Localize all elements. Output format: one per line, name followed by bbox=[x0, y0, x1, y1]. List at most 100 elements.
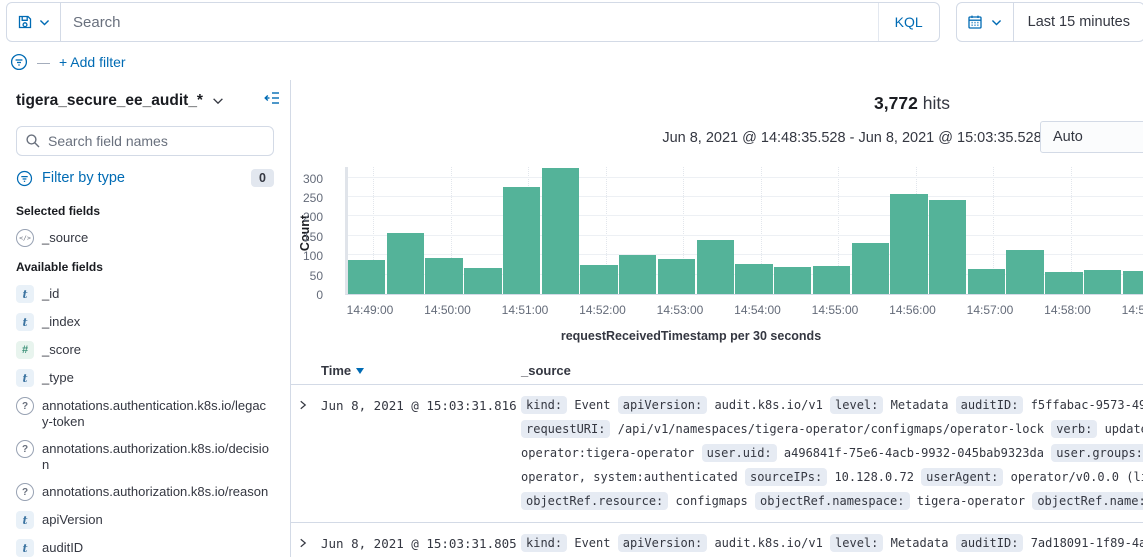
source-line: operator, system:authenticated sourceIPs… bbox=[521, 467, 1143, 491]
histogram-bar[interactable] bbox=[697, 240, 734, 294]
y-axis-ticks: 050100150200250300 bbox=[291, 167, 329, 295]
table-rows: Jun 8, 2021 @ 15:03:31.816kind: Event ap… bbox=[291, 385, 1143, 557]
y-tick-label: 300 bbox=[303, 172, 323, 186]
field-badge: user.uid: bbox=[702, 444, 777, 462]
histogram-bar[interactable] bbox=[658, 259, 695, 294]
add-filter-button[interactable]: + Add filter bbox=[59, 54, 126, 70]
histogram-bar[interactable] bbox=[464, 268, 501, 294]
histogram-bar[interactable] bbox=[425, 258, 462, 294]
field-badge: apiVersion: bbox=[618, 534, 707, 552]
field-name: _source bbox=[42, 229, 88, 246]
field-badge: kind: bbox=[521, 534, 567, 552]
interval-select[interactable]: Auto bbox=[1040, 121, 1143, 153]
filter-options-icon[interactable] bbox=[10, 53, 28, 71]
histogram-bar[interactable] bbox=[968, 269, 1005, 294]
field-name: annotations.authorization.k8s.io/reason bbox=[42, 483, 268, 500]
histogram-plot[interactable] bbox=[345, 167, 1143, 295]
histogram-bar[interactable] bbox=[735, 264, 772, 294]
filter-bar: — + Add filter bbox=[0, 44, 1143, 80]
calendar-icon bbox=[967, 14, 983, 30]
x-tick-label: 14:50:00 bbox=[424, 303, 471, 317]
discover-main: 3,772 hits Jun 8, 2021 @ 14:48:35.528 - … bbox=[291, 80, 1143, 557]
field-name: _score bbox=[42, 341, 81, 358]
hits-number: 3,772 bbox=[874, 93, 918, 113]
field-badge: kind: bbox=[521, 396, 567, 414]
source-line: objectRef.resource: configmaps objectRef… bbox=[521, 491, 1143, 515]
kql-language-button[interactable]: KQL bbox=[878, 3, 939, 41]
histogram-bar[interactable] bbox=[929, 200, 966, 294]
x-tick-label: 14:52:00 bbox=[579, 303, 626, 317]
histogram-bar[interactable] bbox=[542, 168, 579, 294]
field-name: annotations.authentication.k8s.io/legacy… bbox=[42, 397, 272, 430]
source-column-header: _source bbox=[521, 363, 571, 378]
histogram-bar[interactable] bbox=[580, 265, 617, 294]
histogram-bars bbox=[348, 167, 1143, 294]
time-column-header[interactable]: Time bbox=[321, 363, 364, 378]
index-pattern-switcher[interactable]: tigera_secure_ee_audit_* bbox=[16, 92, 274, 110]
field-type-string-icon: t bbox=[16, 369, 34, 387]
field-item[interactable]: ?annotations.authorization.k8s.io/decisi… bbox=[16, 440, 274, 473]
histogram-bar[interactable] bbox=[1123, 271, 1143, 294]
histogram-bar[interactable] bbox=[1084, 270, 1121, 294]
expand-row-icon[interactable] bbox=[297, 395, 321, 411]
chart-title: requestReceivedTimestamp per 30 seconds bbox=[291, 329, 1091, 343]
collapse-sidebar-icon[interactable] bbox=[264, 90, 280, 106]
histogram-bar[interactable] bbox=[890, 194, 927, 294]
expand-row-icon[interactable] bbox=[297, 533, 321, 549]
field-type-source-icon: </> bbox=[16, 229, 34, 247]
field-item[interactable]: tapiVersion bbox=[16, 511, 274, 529]
query-top-bar: KQL Last 15 minutes bbox=[0, 0, 1143, 44]
field-item[interactable]: t_index bbox=[16, 313, 274, 331]
histogram-bar[interactable] bbox=[813, 266, 850, 294]
field-item[interactable]: #_score bbox=[16, 341, 274, 359]
fields-sidebar: tigera_secure_ee_audit_* Filter by type … bbox=[0, 80, 291, 557]
field-item[interactable]: </> _source bbox=[16, 229, 274, 247]
filter-by-type-label: Filter by type bbox=[42, 170, 125, 186]
field-type-string-icon: t bbox=[16, 539, 34, 557]
x-tick-label: 14:54:00 bbox=[734, 303, 781, 317]
field-type-unknown-icon: ? bbox=[16, 483, 34, 501]
time-range-button[interactable]: Last 15 minutes bbox=[1014, 14, 1143, 30]
field-badge: verb: bbox=[1051, 420, 1097, 438]
selected-fields-list: </> _source bbox=[16, 229, 274, 247]
histogram-bar[interactable] bbox=[1045, 272, 1082, 294]
filter-by-type-toggle[interactable]: Filter by type 0 bbox=[16, 169, 274, 187]
histogram-bar[interactable] bbox=[852, 243, 889, 294]
histogram-bar[interactable] bbox=[387, 233, 424, 294]
y-tick-label: 150 bbox=[303, 230, 323, 244]
filter-pin-dash: — bbox=[37, 55, 50, 70]
x-tick-label: 14:58:00 bbox=[1044, 303, 1091, 317]
field-item[interactable]: t _type bbox=[16, 369, 274, 387]
field-name: _id bbox=[42, 285, 59, 302]
x-tick-label: 14:49:00 bbox=[347, 303, 394, 317]
field-item[interactable]: ?annotations.authentication.k8s.io/legac… bbox=[16, 397, 274, 430]
documents-table: Time _source Jun 8, 2021 @ 15:03:31.816k… bbox=[291, 356, 1143, 557]
histogram-bar[interactable] bbox=[619, 255, 656, 294]
time-header-label: Time bbox=[321, 363, 351, 378]
field-badge: sourceIPs: bbox=[745, 468, 827, 486]
field-item[interactable]: tauditID bbox=[16, 539, 274, 557]
x-tick-label: 14:59:00 bbox=[1122, 303, 1143, 317]
table-row: Jun 8, 2021 @ 15:03:31.816kind: Event ap… bbox=[291, 385, 1143, 523]
index-pattern-title: tigera_secure_ee_audit_* bbox=[16, 92, 203, 110]
field-name: _type bbox=[42, 369, 74, 386]
field-item[interactable]: ? annotations.authorization.k8s.io/reason bbox=[16, 483, 274, 501]
quick-select-menu-button[interactable] bbox=[957, 3, 1014, 41]
field-item[interactable]: t_id bbox=[16, 285, 274, 303]
field-badge: objectRef.name: bbox=[1032, 492, 1143, 510]
histogram-bar[interactable] bbox=[348, 260, 385, 294]
hits-label: hits bbox=[923, 93, 950, 113]
search-input[interactable] bbox=[61, 3, 878, 41]
saved-query-menu-button[interactable] bbox=[7, 3, 61, 41]
histogram-bar[interactable] bbox=[1006, 250, 1043, 294]
selected-fields-heading: Selected fields bbox=[16, 204, 274, 218]
field-search-input[interactable] bbox=[16, 126, 274, 156]
search-icon bbox=[25, 133, 41, 149]
field-badge: auditID: bbox=[956, 396, 1024, 414]
source-line: requestURI: /api/v1/namespaces/tigera-op… bbox=[521, 419, 1143, 443]
row-source: kind: Event apiVersion: audit.k8s.io/v1 … bbox=[521, 533, 1143, 557]
field-badge: objectRef.namespace: bbox=[755, 492, 910, 510]
x-tick-label: 14:55:00 bbox=[812, 303, 859, 317]
histogram-bar[interactable] bbox=[503, 187, 540, 294]
histogram-bar[interactable] bbox=[774, 267, 811, 294]
